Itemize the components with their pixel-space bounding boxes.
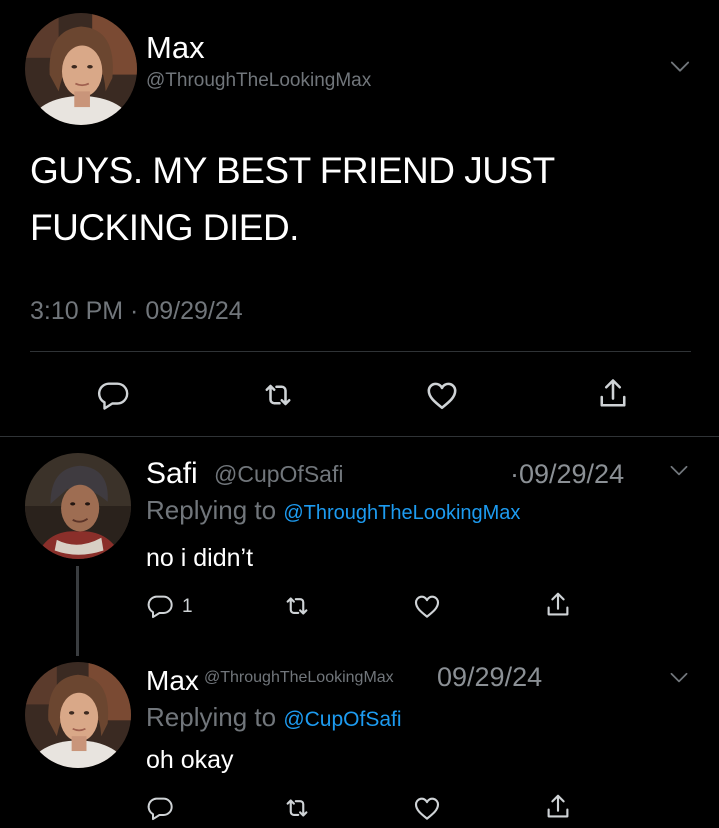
tweet-text-line-1: GUYS. MY BEST FRIEND JUST (30, 150, 555, 191)
avatar[interactable] (25, 453, 131, 559)
reply-icon[interactable] (96, 378, 130, 412)
divider (30, 351, 691, 352)
retweet-icon[interactable] (260, 377, 296, 413)
replying-to: Replying to @CupOfSafi (146, 702, 402, 733)
chevron-down-icon[interactable] (666, 457, 692, 483)
heart-icon[interactable] (412, 793, 442, 823)
author-handle[interactable]: @ThroughTheLookingMax (204, 669, 394, 687)
reply-icon[interactable] (146, 592, 174, 620)
tweet-date[interactable]: ·09/29/24 (510, 459, 624, 490)
avatar[interactable] (25, 13, 137, 125)
author-name[interactable]: Max (146, 665, 199, 697)
heart-icon[interactable] (412, 591, 442, 621)
chevron-down-icon[interactable] (666, 664, 692, 690)
replying-to-label: Replying to (146, 702, 277, 732)
replying-to-label: Replying to (146, 495, 277, 525)
author-name[interactable]: Safi (146, 457, 198, 491)
retweet-icon[interactable] (282, 793, 312, 823)
retweet-icon[interactable] (282, 591, 312, 621)
thread-line (76, 566, 79, 656)
share-icon[interactable] (595, 376, 631, 412)
reply-count: 1 (182, 596, 193, 617)
reply-icon[interactable] (146, 794, 174, 822)
replying-to: Replying to @ThroughTheLookingMax (146, 495, 520, 526)
chevron-down-icon[interactable] (666, 52, 694, 80)
author-handle[interactable]: @CupOfSafi (214, 461, 343, 488)
author-name[interactable]: Max (146, 30, 205, 66)
heart-icon[interactable] (424, 377, 460, 413)
tweet-timestamp[interactable]: 3:10 PM · 09/29/24 (30, 297, 243, 326)
avatar[interactable] (25, 662, 131, 768)
mention-link[interactable]: @ThroughTheLookingMax (283, 502, 520, 524)
tweet-date[interactable]: 09/29/24 (437, 662, 542, 693)
divider (0, 436, 719, 437)
mention-link[interactable]: @CupOfSafi (283, 708, 401, 731)
share-icon[interactable] (543, 590, 573, 620)
author-handle[interactable]: @ThroughTheLookingMax (146, 70, 371, 92)
tweet-text-line-2: FUCKING DIED. (30, 207, 299, 248)
share-icon[interactable] (543, 792, 573, 822)
tweet-text: oh okay (146, 746, 234, 774)
tweet-text: no i didn’t (146, 544, 254, 572)
